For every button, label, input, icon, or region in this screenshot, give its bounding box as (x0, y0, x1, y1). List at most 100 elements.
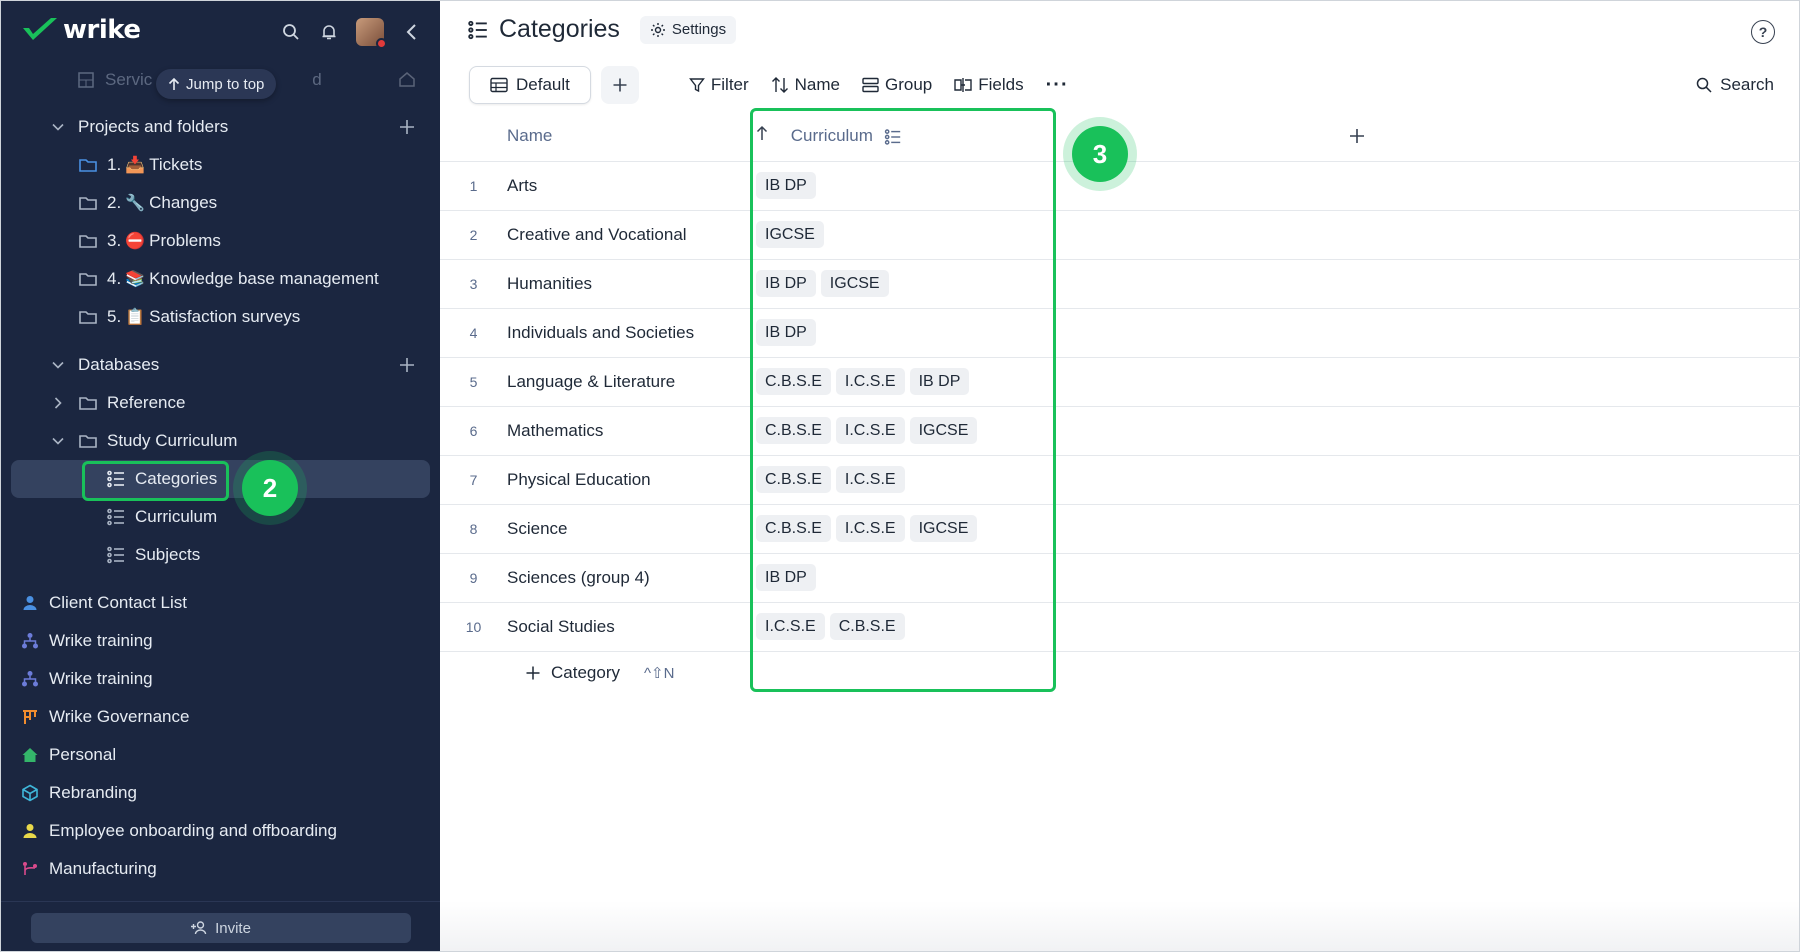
collapse-sidebar-icon[interactable] (400, 21, 422, 43)
table-row[interactable]: 10 Social Studies I.C.S.E C.B.S.E (440, 602, 1800, 652)
add-database-icon[interactable] (398, 356, 416, 374)
curriculum-tag[interactable]: C.B.S.E (756, 466, 831, 493)
sort-button[interactable]: Name (771, 75, 840, 95)
curriculum-cell[interactable]: C.B.S.E I.C.S.E IGCSE (739, 406, 1042, 456)
category-name-cell[interactable]: Individuals and Societies (507, 308, 739, 358)
curriculum-cell[interactable]: IGCSE (739, 210, 1042, 260)
sidebar-item-curriculum[interactable]: Curriculum (1, 499, 440, 535)
category-name-cell[interactable]: Humanities (507, 259, 739, 309)
curriculum-tag[interactable]: IB DP (756, 564, 816, 591)
curriculum-tag[interactable]: C.B.S.E (829, 613, 905, 640)
space-client-contact-list[interactable]: Client Contact List (1, 585, 440, 621)
space-employee-onboarding[interactable]: Employee onboarding and offboarding (1, 813, 440, 849)
table-row[interactable]: 9 Sciences (group 4) IB DP (440, 553, 1800, 603)
jump-to-top-button[interactable]: Jump to top (156, 69, 277, 99)
space-rebranding[interactable]: Rebranding (1, 775, 440, 811)
add-view-button[interactable] (600, 66, 639, 104)
sidebar-item-subjects[interactable]: Subjects (1, 537, 440, 573)
plus-icon (613, 78, 627, 92)
chevron-down-icon[interactable] (51, 120, 65, 134)
search-button[interactable]: Search (1696, 75, 1774, 95)
curriculum-tag[interactable]: IB DP (909, 368, 970, 395)
curriculum-cell[interactable]: I.C.S.E C.B.S.E (739, 602, 1042, 652)
curriculum-tag[interactable]: IB DP (756, 319, 816, 346)
table-row[interactable]: 4 Individuals and Societies IB DP (440, 308, 1800, 358)
curriculum-tag[interactable]: IGCSE (820, 270, 889, 297)
category-name-cell[interactable]: Arts (507, 161, 739, 211)
curriculum-tag[interactable]: I.C.S.E (835, 417, 905, 444)
chevron-down-icon[interactable] (51, 358, 65, 372)
step-highlight-categories (82, 461, 229, 501)
column-header-curriculum[interactable]: Curriculum (739, 111, 1042, 162)
category-name-cell[interactable]: Science (507, 504, 739, 554)
row-number: 5 (440, 357, 507, 407)
sidebar-item-changes[interactable]: 2. 🔧 Changes (1, 185, 440, 221)
sidebar-item-knowledge-base[interactable]: 4. 📚 Knowledge base management (1, 261, 440, 297)
curriculum-tag[interactable]: C.B.S.E (756, 417, 831, 444)
sidebar-item-satisfaction-surveys[interactable]: 5. 📋 Satisfaction surveys (1, 299, 440, 335)
wrike-logo[interactable]: wrike (21, 15, 141, 45)
table-row[interactable]: 7 Physical Education C.B.S.E I.C.S.E (440, 455, 1800, 505)
category-name-cell[interactable]: Social Studies (507, 602, 739, 652)
sidebar-item-problems[interactable]: 3. ⛔ Problems (1, 223, 440, 259)
space-wrike-governance[interactable]: Wrike Governance (1, 699, 440, 735)
category-name-cell[interactable]: Language & Literature (507, 357, 739, 407)
curriculum-tag[interactable]: IGCSE (756, 221, 824, 248)
projects-section-header[interactable]: Projects and folders (1, 109, 440, 145)
bell-icon[interactable] (318, 21, 340, 43)
settings-button[interactable]: Settings (639, 15, 737, 44)
curriculum-tag[interactable]: I.C.S.E (756, 613, 825, 640)
space-personal[interactable]: Personal (1, 737, 440, 773)
curriculum-tag[interactable]: IB DP (756, 172, 816, 199)
curriculum-cell[interactable]: IB DP (739, 308, 1042, 358)
folder-icon (79, 159, 97, 172)
table-row[interactable]: 2 Creative and Vocational IGCSE (440, 210, 1800, 260)
invite-button[interactable]: Invite (31, 913, 411, 943)
more-options-icon[interactable]: ··· (1046, 74, 1069, 97)
curriculum-tag[interactable]: I.C.S.E (835, 466, 905, 493)
curriculum-cell[interactable]: IB DP (739, 161, 1042, 211)
curriculum-tag[interactable]: I.C.S.E (835, 515, 905, 542)
space-wrike-training-2[interactable]: Wrike training (1, 661, 440, 697)
help-icon[interactable]: ? (1751, 20, 1775, 44)
table-row[interactable]: 8 Science C.B.S.E I.C.S.E IGCSE (440, 504, 1800, 554)
curriculum-tag[interactable]: IGCSE (909, 515, 978, 542)
table-row[interactable]: 3 Humanities IB DP IGCSE (440, 259, 1800, 309)
curriculum-cell[interactable]: C.B.S.E I.C.S.E (739, 455, 1042, 505)
curriculum-cell[interactable]: IB DP (739, 553, 1042, 603)
avatar[interactable] (356, 18, 387, 49)
curriculum-cell[interactable]: C.B.S.E I.C.S.E IGCSE (739, 504, 1042, 554)
chevron-right-icon[interactable] (51, 396, 65, 410)
category-name-cell[interactable]: Creative and Vocational (507, 210, 739, 260)
fields-button[interactable]: Fields (954, 75, 1024, 95)
table-row[interactable]: 5 Language & Literature C.B.S.E I.C.S.E IB D… (440, 357, 1800, 407)
filter-button[interactable]: Filter (688, 75, 749, 95)
add-category-button[interactable]: Category ^⇧N (525, 663, 674, 683)
project-number: 3. (107, 231, 122, 250)
add-column-icon[interactable] (1348, 127, 1366, 145)
search-icon[interactable] (280, 21, 302, 43)
chevron-down-icon[interactable] (51, 434, 65, 448)
space-manufacturing[interactable]: Manufacturing (1, 851, 440, 887)
view-default-tab[interactable]: Default (469, 66, 591, 104)
table-row[interactable]: 6 Mathematics C.B.S.E I.C.S.E IGCSE (440, 406, 1800, 456)
sidebar-item-study-curriculum[interactable]: Study Curriculum (1, 423, 440, 459)
curriculum-tag[interactable]: I.C.S.E (835, 368, 905, 395)
group-button[interactable]: Group (862, 75, 932, 95)
category-name-cell[interactable]: Sciences (group 4) (507, 553, 739, 603)
sort-ascending-icon[interactable] (756, 125, 786, 146)
curriculum-tag[interactable]: IB DP (756, 270, 816, 297)
add-project-icon[interactable] (398, 118, 416, 136)
databases-section-header[interactable]: Databases (1, 347, 440, 383)
column-header-name[interactable]: Name (507, 111, 739, 162)
category-name-cell[interactable]: Physical Education (507, 455, 739, 505)
curriculum-tag[interactable]: C.B.S.E (756, 515, 831, 542)
space-wrike-training[interactable]: Wrike training (1, 623, 440, 659)
sidebar-item-tickets[interactable]: 1. 📥 Tickets (1, 147, 440, 183)
curriculum-tag[interactable]: IGCSE (909, 417, 978, 444)
curriculum-tag[interactable]: C.B.S.E (756, 368, 831, 395)
category-name-cell[interactable]: Mathematics (507, 406, 739, 456)
sidebar-item-reference[interactable]: Reference (1, 385, 440, 421)
curriculum-cell[interactable]: C.B.S.E I.C.S.E IB DP (739, 357, 1042, 407)
curriculum-cell[interactable]: IB DP IGCSE (739, 259, 1042, 309)
